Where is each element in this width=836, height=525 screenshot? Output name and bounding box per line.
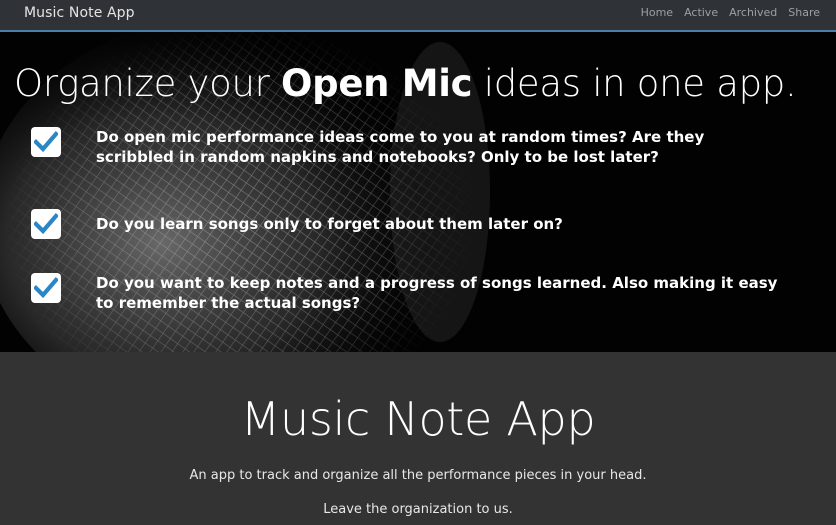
about-tagline: An app to track and organize all the per…: [189, 468, 647, 483]
feature-text: Do you want to keep notes and a progress…: [96, 274, 778, 312]
nav-link-archived[interactable]: Archived: [729, 6, 777, 19]
checkbox-checked-icon: [31, 127, 61, 157]
page: Music Note App Home Active Archived Shar…: [0, 0, 836, 525]
nav-links: Home Active Archived Share: [630, 6, 820, 19]
checkbox-checked-icon: [31, 209, 61, 239]
hero-title-bold: Open Mic: [281, 62, 473, 105]
feature-text: Do open mic performance ideas come to yo…: [96, 128, 705, 166]
brand-link[interactable]: Music Note App: [24, 5, 135, 21]
hero-title-prefix: Organize your: [14, 62, 281, 105]
checkbox-checked-icon: [31, 273, 61, 303]
feature-text: Do you learn songs only to forget about …: [96, 215, 563, 233]
navbar: Music Note App Home Active Archived Shar…: [0, 0, 836, 32]
nav-link-share[interactable]: Share: [788, 6, 820, 19]
hero-title-suffix: ideas in one app.: [472, 62, 797, 105]
nav-link-active[interactable]: Active: [684, 6, 718, 19]
hero-section: Organize your Open Mic ideas in one app.…: [0, 32, 836, 352]
nav-link-home[interactable]: Home: [641, 6, 673, 19]
about-section: Music Note App An app to track and organ…: [0, 352, 836, 525]
about-title: Music Note App: [240, 392, 596, 446]
about-subtagline: Leave the organization to us.: [323, 502, 513, 517]
hero-title: Organize your Open Mic ideas in one app.: [14, 62, 797, 105]
